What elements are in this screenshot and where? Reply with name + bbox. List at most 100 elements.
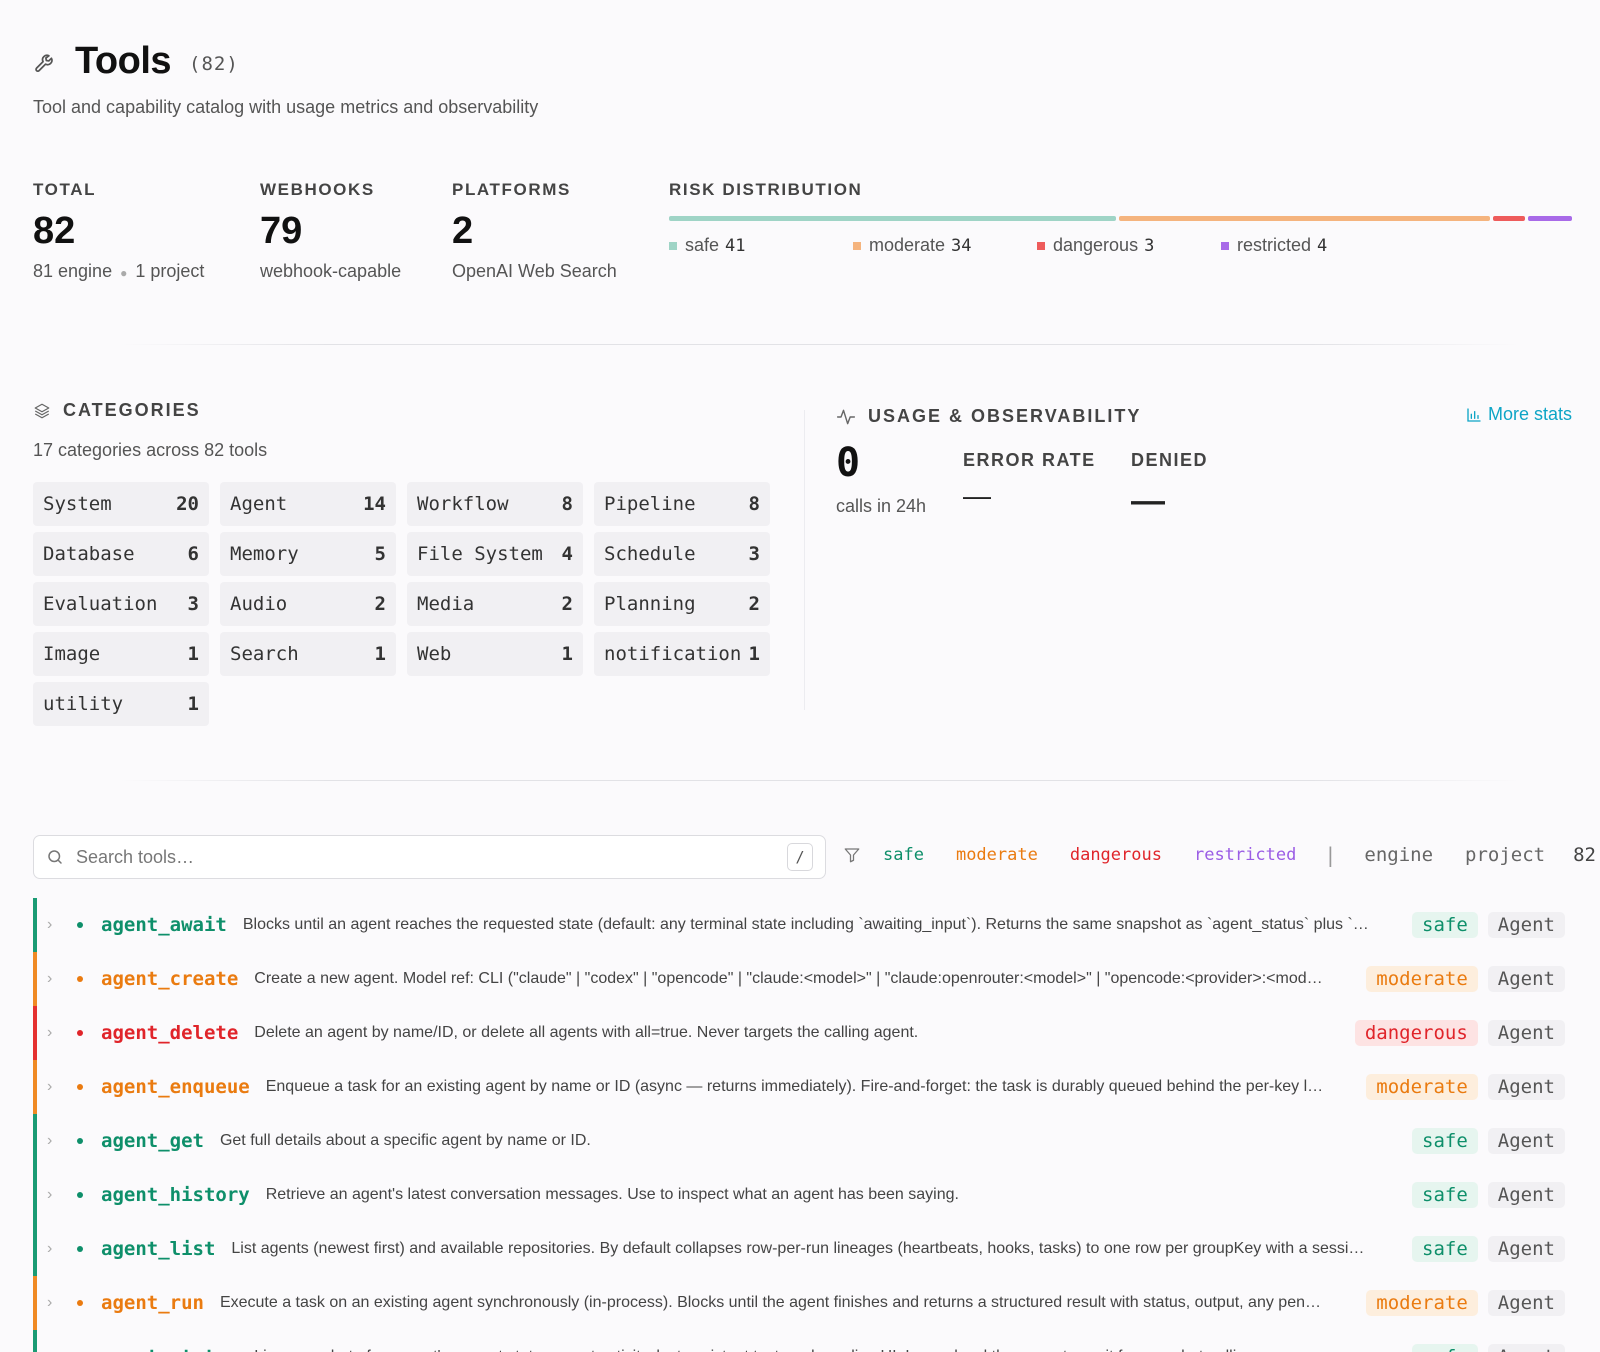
category-count: 1 (748, 643, 760, 665)
calls-label: calls in 24h (836, 496, 927, 516)
project-count: 1 project (135, 261, 205, 281)
category-chip[interactable]: Workflow 8 (407, 482, 583, 526)
legend-count: 34 (951, 235, 972, 256)
tool-row[interactable]: › agent_delete Delete an agent by name/ID,… (33, 1006, 1573, 1060)
stat-label: TOTAL (33, 180, 97, 199)
tool-row[interactable]: › agent_create Create a new agent. Model r… (33, 952, 1573, 1006)
more-stats-link[interactable]: More stats (1466, 404, 1572, 425)
category-count: 1 (374, 643, 386, 665)
tool-row[interactable]: › agent_history Retrieve an agent's latest… (33, 1168, 1573, 1222)
category-chip[interactable]: notification 1 (594, 632, 770, 676)
category-chip[interactable]: Image 1 (33, 632, 209, 676)
chevron-right-icon[interactable]: › (47, 1132, 59, 1150)
category-chip[interactable]: Search 1 (220, 632, 396, 676)
legend-swatch (1037, 241, 1045, 250)
risk-distribution: RISK DISTRIBUTION safe 41 moderate 34 danger… (669, 180, 1572, 256)
category-name: Workflow (417, 493, 509, 515)
search-box[interactable]: / (33, 835, 826, 879)
category-count: 3 (187, 593, 199, 615)
category-badge: Agent (1487, 1182, 1565, 1208)
status-dot (77, 1300, 83, 1306)
category-count: 14 (363, 493, 386, 515)
legend-count: 4 (1317, 235, 1328, 256)
tool-description: Live snapshot of an agent's current stat… (254, 1348, 1394, 1352)
filter-icon[interactable] (843, 846, 861, 864)
search-input[interactable] (76, 846, 787, 868)
category-chip[interactable]: Planning 2 (594, 582, 770, 626)
chevron-right-icon[interactable]: › (47, 1024, 59, 1042)
chevron-right-icon[interactable]: › (47, 916, 59, 934)
risk-legend-moderate: moderate 34 (853, 235, 1037, 256)
category-name: Media (417, 593, 475, 615)
category-chip[interactable]: Database 6 (33, 532, 209, 576)
category-name: Web (417, 643, 452, 665)
tool-name: agent_create (101, 968, 239, 990)
stat-value: 79 (260, 210, 303, 252)
chevron-right-icon[interactable]: › (47, 1078, 59, 1096)
risk-legend-restricted: restricted 4 (1221, 235, 1405, 256)
filtered-count: 82 (1573, 844, 1596, 866)
category-name: Search (230, 643, 299, 665)
filter-engine[interactable]: engine (1364, 844, 1433, 866)
filter-separator: | (1324, 843, 1337, 867)
chevron-right-icon[interactable]: › (47, 1348, 59, 1352)
chevron-right-icon[interactable]: › (47, 1240, 59, 1258)
tool-row[interactable]: › agent_await Blocks until an agent reache… (33, 898, 1573, 952)
page-header: Tools (82) (33, 40, 239, 83)
calls-value: 0 (836, 440, 861, 486)
category-chip[interactable]: Schedule 3 (594, 532, 770, 576)
vertical-divider (804, 410, 805, 710)
category-chip[interactable]: Web 1 (407, 632, 583, 676)
category-chip[interactable]: Pipeline 8 (594, 482, 770, 526)
stat-value: 2 (452, 210, 474, 252)
category-chip[interactable]: utility 1 (33, 682, 209, 726)
filter-project[interactable]: project (1465, 844, 1545, 866)
error-rate-value: — (963, 480, 991, 511)
category-chip[interactable]: Media 2 (407, 582, 583, 626)
tool-row[interactable]: › agent_enqueue Enqueue a task for an exis… (33, 1060, 1573, 1114)
categories-title: CATEGORIES (63, 400, 201, 420)
risk-badge: safe (1412, 1236, 1478, 1262)
category-count: 6 (187, 543, 199, 565)
chevron-right-icon[interactable]: › (47, 1294, 59, 1312)
status-dot (77, 922, 83, 928)
filter-dangerous[interactable]: dangerous (1070, 845, 1162, 865)
tool-description: Retrieve an agent's latest conversation … (265, 1186, 959, 1203)
bar-chart-icon (1467, 407, 1481, 422)
status-dot (77, 1192, 83, 1198)
category-name: Evaluation (43, 593, 158, 615)
category-count: 5 (374, 543, 386, 565)
filter-moderate[interactable]: moderate (956, 845, 1038, 865)
category-name: utility (43, 693, 124, 715)
category-chip[interactable]: Agent 14 (220, 482, 396, 526)
tool-row[interactable]: › agent_status Live snapshot of an agent's… (33, 1330, 1573, 1352)
stat-platforms: PLATFORMS 2 OpenAI Web Search (452, 180, 617, 282)
category-chip[interactable]: File System 4 (407, 532, 583, 576)
legend-label: safe (685, 235, 720, 255)
status-dot (77, 976, 83, 982)
legend-label: dangerous (1053, 235, 1139, 255)
category-badge: Agent (1487, 912, 1565, 938)
tool-name: agent_enqueue (101, 1076, 250, 1098)
chevron-right-icon[interactable]: › (47, 970, 59, 988)
filter-safe[interactable]: safe (883, 845, 924, 865)
category-chip[interactable]: Memory 5 (220, 532, 396, 576)
risk-badge: moderate (1366, 966, 1478, 992)
tool-description: Create a new agent. Model ref: CLI ("cla… (254, 970, 1323, 987)
category-count: 2 (748, 593, 760, 615)
risk-badge: safe (1412, 912, 1478, 938)
category-chip[interactable]: Audio 2 (220, 582, 396, 626)
filter-restricted[interactable]: restricted (1194, 845, 1296, 865)
tool-row[interactable]: › agent_run Execute a task on an existing … (33, 1276, 1573, 1330)
tool-row[interactable]: › agent_list List agents (newest first) an… (33, 1222, 1573, 1276)
risk-legend-dangerous: dangerous 3 (1037, 235, 1221, 256)
chevron-right-icon[interactable]: › (47, 1186, 59, 1204)
risk-legend: safe 41 moderate 34 dangerous 3 restricted 4 (669, 235, 1572, 256)
category-chip[interactable]: System 20 (33, 482, 209, 526)
tool-description: Execute a task on an existing agent sync… (219, 1294, 1321, 1311)
tool-row[interactable]: › agent_get Get full details about a speci… (33, 1114, 1573, 1168)
risk-segment-dangerous (1492, 216, 1526, 221)
category-badge: Agent (1487, 1290, 1565, 1316)
risk-distribution-bar (669, 216, 1572, 221)
category-chip[interactable]: Evaluation 3 (33, 582, 209, 626)
